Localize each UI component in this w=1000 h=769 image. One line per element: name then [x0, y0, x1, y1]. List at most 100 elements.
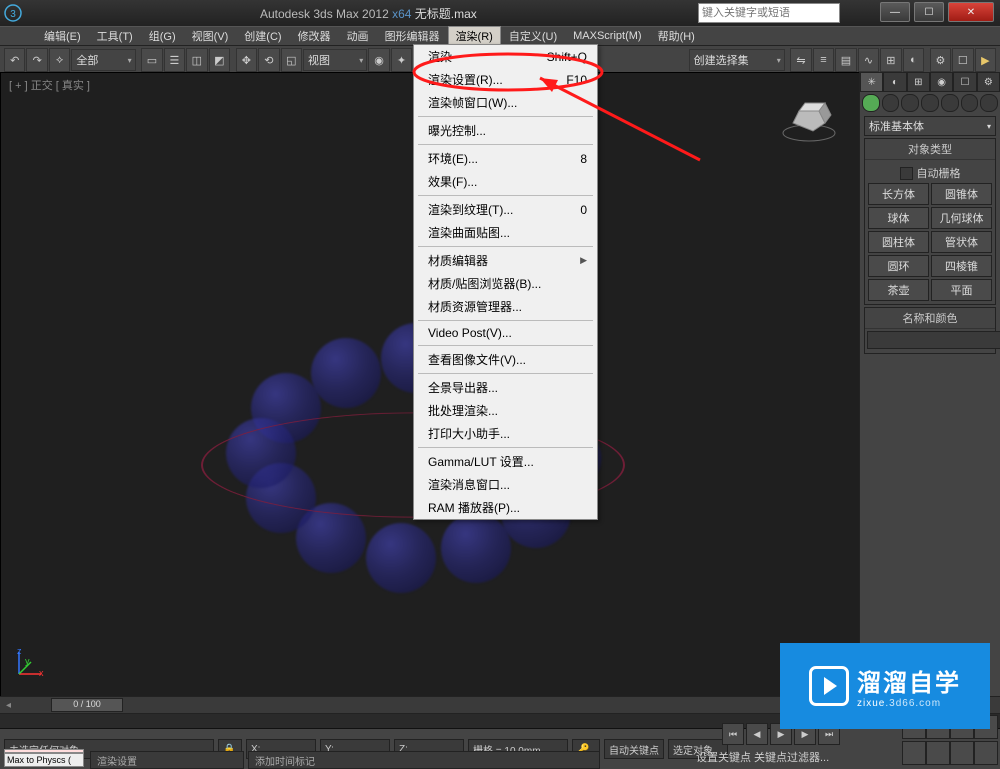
help-search[interactable] — [698, 3, 840, 23]
material-editor-button[interactable]: ◐ — [903, 48, 924, 72]
selection-filter[interactable]: 全部 — [71, 49, 135, 71]
orbit-button[interactable] — [950, 741, 974, 765]
manip-button[interactable]: ✦ — [391, 48, 412, 72]
menu-item[interactable]: 查看图像文件(V)... — [414, 348, 597, 371]
curve-editor-button[interactable]: ∿ — [858, 48, 879, 72]
prompt-b[interactable]: 添加时间标记 — [248, 751, 600, 769]
maxscript-listener[interactable]: Max to Physcs ( — [4, 749, 84, 767]
maximize-viewport-button[interactable] — [974, 741, 998, 765]
shapes-cat[interactable] — [882, 94, 900, 112]
fov-button[interactable] — [902, 741, 926, 765]
rotate-button[interactable]: ⟲ — [258, 48, 279, 72]
menu-3[interactable]: 视图(V) — [184, 26, 237, 46]
align-button[interactable]: ≡ — [813, 48, 834, 72]
viewport-label[interactable]: [ + ] 正交 [ 真实 ] — [9, 77, 90, 93]
schematic-button[interactable]: ⊞ — [880, 48, 901, 72]
pan-button[interactable] — [926, 741, 950, 765]
move-button[interactable]: ✥ — [236, 48, 257, 72]
primitive-button[interactable]: 长方体 — [868, 183, 929, 205]
menu-item[interactable]: 渲染帧窗口(W)... — [414, 91, 597, 114]
systems-cat[interactable] — [980, 94, 998, 112]
primitive-button[interactable]: 管状体 — [931, 231, 992, 253]
utilities-tab[interactable]: ⚙ — [977, 72, 1000, 92]
primitive-button[interactable]: 圆柱体 — [868, 231, 929, 253]
menu-7[interactable]: 图形编辑器 — [377, 26, 448, 46]
geometry-cat[interactable] — [862, 94, 880, 112]
viewcube[interactable] — [779, 93, 839, 143]
space-warps-cat[interactable] — [961, 94, 979, 112]
menu-item[interactable]: 批处理渲染... — [414, 399, 597, 422]
lights-cat[interactable] — [901, 94, 919, 112]
menu-item[interactable]: 渲染Shift+Q — [414, 45, 597, 68]
window-crossing-button[interactable]: ◩ — [209, 48, 230, 72]
menu-item[interactable]: 环境(E)...8 — [414, 147, 597, 170]
cameras-cat[interactable] — [921, 94, 939, 112]
maximize-button[interactable]: ☐ — [914, 2, 944, 22]
menu-6[interactable]: 动画 — [339, 26, 377, 46]
render-button[interactable]: ▶ — [975, 48, 996, 72]
prev-frame-button[interactable]: ◀ — [746, 723, 768, 745]
menu-item[interactable]: 全景导出器... — [414, 376, 597, 399]
menu-item[interactable]: 渲染到纹理(T)...0 — [414, 198, 597, 221]
menu-5[interactable]: 修改器 — [290, 26, 339, 46]
primitive-button[interactable]: 圆锥体 — [931, 183, 992, 205]
menu-item[interactable]: 打印大小助手... — [414, 422, 597, 445]
named-sel-set[interactable]: 创建选择集 — [689, 49, 785, 71]
primitive-button[interactable]: 几何球体 — [931, 207, 992, 229]
menu-2[interactable]: 组(G) — [141, 26, 184, 46]
scale-button[interactable]: ◱ — [281, 48, 302, 72]
object-name-input[interactable] — [867, 331, 1000, 349]
autokey-button[interactable]: 自动关键点 — [604, 739, 664, 759]
menu-0[interactable]: 编辑(E) — [36, 26, 89, 46]
keyfilter-button[interactable]: 关键点过滤器... — [754, 749, 830, 765]
goto-start-button[interactable]: ⏮ — [722, 723, 744, 745]
primitive-button[interactable]: 平面 — [931, 279, 992, 301]
helpers-cat[interactable] — [941, 94, 959, 112]
hierarchy-tab[interactable]: ⊞ — [907, 72, 930, 92]
menu-item[interactable]: 渲染曲面贴图... — [414, 221, 597, 244]
menu-item[interactable]: 材质编辑器▶ — [414, 249, 597, 272]
primitive-button[interactable]: 四棱锥 — [931, 255, 992, 277]
menu-item[interactable]: 效果(F)... — [414, 170, 597, 193]
primitive-button[interactable]: 圆环 — [868, 255, 929, 277]
menu-item[interactable]: 材质/贴图浏览器(B)... — [414, 272, 597, 295]
menu-item[interactable]: RAM 播放器(P)... — [414, 496, 597, 519]
select-region-button[interactable]: ◫ — [186, 48, 207, 72]
redo-button[interactable]: ↷ — [26, 48, 47, 72]
help-search-input[interactable] — [699, 4, 839, 22]
create-tab[interactable]: ✳ — [860, 72, 883, 92]
rollout-header[interactable]: 对象类型 — [865, 139, 995, 160]
setkey-button[interactable]: 设置关键点 — [696, 749, 752, 765]
render-frame-button[interactable]: ☐ — [952, 48, 973, 72]
rollout-header[interactable]: 名称和颜色 — [865, 308, 995, 329]
menu-item[interactable]: 材质资源管理器... — [414, 295, 597, 318]
ref-coord[interactable]: 视图 — [303, 49, 367, 71]
menu-1[interactable]: 工具(T) — [89, 26, 141, 46]
primitive-dropdown[interactable]: 标准基本体 — [864, 116, 996, 136]
layer-button[interactable]: ▤ — [835, 48, 856, 72]
motion-tab[interactable]: ◉ — [930, 72, 953, 92]
autogrid-checkbox[interactable] — [900, 167, 913, 180]
menu-item[interactable]: 渲染消息窗口... — [414, 473, 597, 496]
menu-item[interactable]: 渲染设置(R)...F10 — [414, 68, 597, 91]
undo-button[interactable]: ↶ — [4, 48, 25, 72]
mirror-button[interactable]: ⇋ — [790, 48, 811, 72]
render-setup-button[interactable]: ⚙ — [930, 48, 951, 72]
link-button[interactable]: ⟡ — [49, 48, 70, 72]
select-button[interactable]: ▭ — [141, 48, 162, 72]
menu-9[interactable]: 自定义(U) — [501, 26, 565, 46]
time-knob[interactable]: 0 / 100 — [51, 698, 123, 712]
menu-10[interactable]: MAXScript(M) — [565, 28, 649, 44]
menu-item[interactable]: Video Post(V)... — [414, 323, 597, 343]
menu-11[interactable]: 帮助(H) — [650, 26, 703, 46]
menu-item[interactable]: 曝光控制... — [414, 119, 597, 142]
close-button[interactable]: ✕ — [948, 2, 994, 22]
modify-tab[interactable]: ◐ — [883, 72, 906, 92]
select-name-button[interactable]: ☰ — [164, 48, 185, 72]
display-tab[interactable]: ☐ — [953, 72, 976, 92]
minimize-button[interactable]: — — [880, 2, 910, 22]
menu-8[interactable]: 渲染(R) — [448, 26, 501, 46]
primitive-button[interactable]: 茶壶 — [868, 279, 929, 301]
app-logo[interactable]: 3 — [0, 0, 26, 26]
pivot-button[interactable]: ◉ — [368, 48, 389, 72]
